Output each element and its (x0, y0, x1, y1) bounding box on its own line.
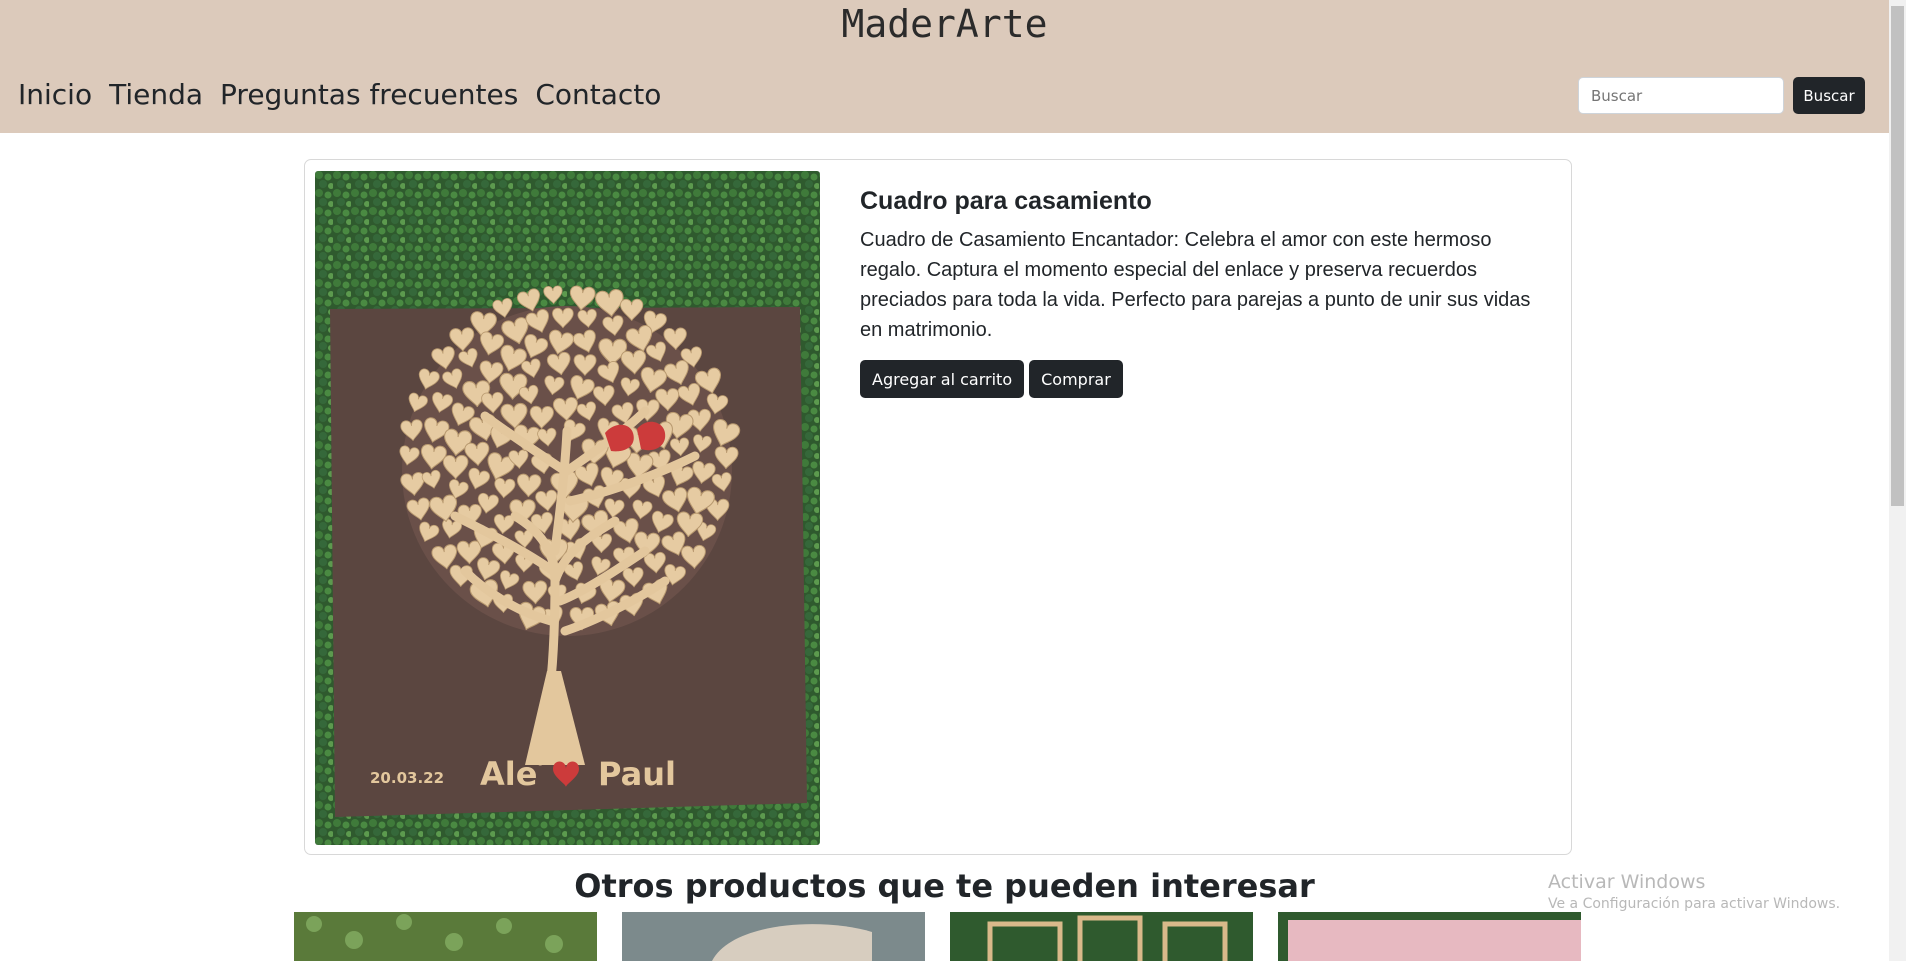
related-product-thumb[interactable] (1278, 912, 1581, 961)
product-description: Cuadro de Casamiento Encantador: Celebra… (860, 229, 1531, 341)
search-button[interactable]: Buscar (1793, 77, 1865, 114)
windows-activation-watermark: Activar Windows Ve a Configuración para … (1548, 870, 1840, 914)
product-card: 20.03.22 Ale Paul Cuadro para casamiento C… (304, 159, 1572, 855)
add-to-cart-button[interactable]: Agregar al carrito (860, 360, 1025, 398)
main-nav: Inicio Tienda Preguntas frecuentes Conta… (18, 74, 661, 116)
related-product-thumb[interactable] (622, 912, 925, 961)
watermark-title: Activar Windows (1548, 871, 1706, 893)
scrollbar-thumb[interactable] (1891, 6, 1904, 506)
nav-item-contacto[interactable]: Contacto (535, 74, 661, 116)
nav-item-faq[interactable]: Preguntas frecuentes (220, 74, 518, 116)
site-header: MaderArte Inicio Tienda Preguntas frecue… (0, 0, 1889, 133)
image-name-left: Ale (480, 755, 537, 793)
watermark-subtitle: Ve a Configuración para activar Windows. (1548, 896, 1841, 912)
search-input[interactable] (1578, 77, 1784, 114)
image-name-right: Paul (598, 755, 676, 793)
buy-button[interactable]: Comprar (1029, 360, 1123, 398)
related-product-thumb[interactable] (950, 912, 1253, 961)
site-brand[interactable]: MaderArte (0, 0, 1889, 48)
product-title: Cuadro para casamiento (860, 187, 1152, 215)
image-date: 20.03.22 (370, 769, 444, 787)
product-image: 20.03.22 Ale Paul (315, 171, 820, 845)
nav-item-tienda[interactable]: Tienda (109, 74, 203, 116)
nav-item-inicio[interactable]: Inicio (18, 74, 92, 116)
product-actions: Agregar al carrito Comprar (860, 360, 1123, 398)
related-product-thumb[interactable] (294, 912, 597, 961)
